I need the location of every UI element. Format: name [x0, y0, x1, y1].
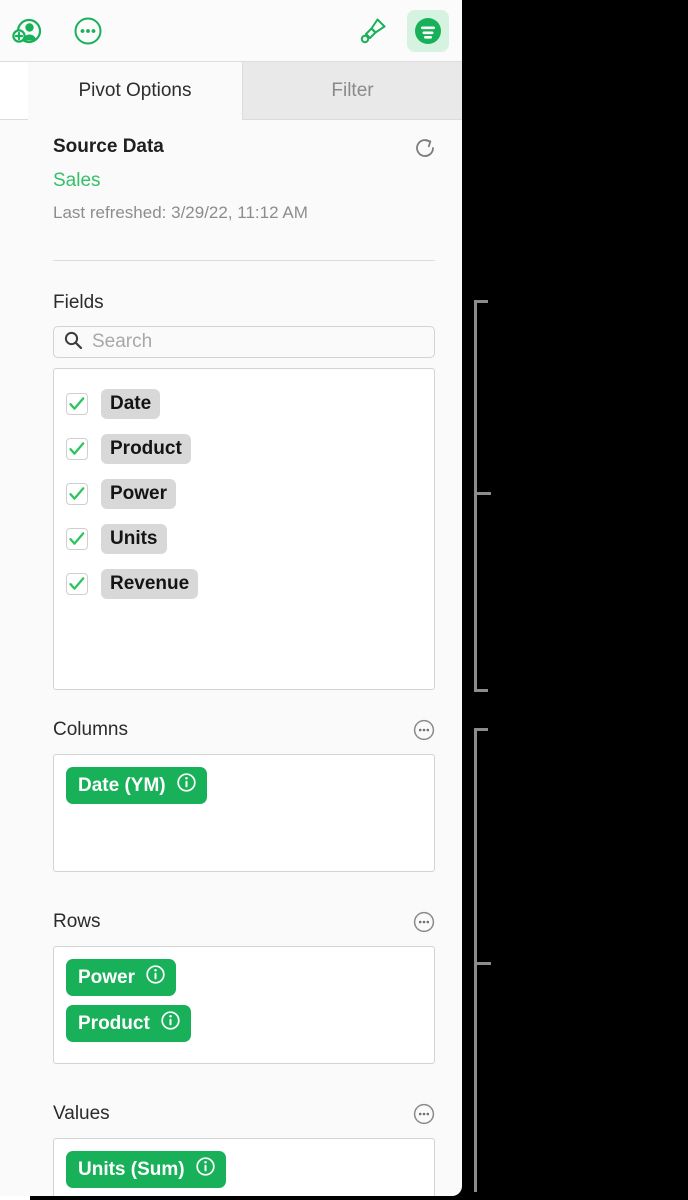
values-title: Values	[53, 1103, 110, 1124]
field-label: Product	[101, 433, 191, 464]
source-table-name[interactable]: Sales	[53, 170, 435, 192]
tab-gutter	[0, 62, 28, 120]
add-collaborator-icon[interactable]	[6, 10, 48, 52]
field-checkbox[interactable]	[66, 527, 88, 550]
bracket-tick	[474, 492, 491, 495]
info-icon[interactable]	[195, 1157, 215, 1182]
values-section: Values Units (Sum)	[53, 1100, 435, 1196]
more-circle-icon[interactable]	[413, 911, 435, 933]
bracket-line	[474, 300, 477, 692]
rows-header: Rows	[53, 908, 435, 936]
tab-pivot-options[interactable]: Pivot Options	[28, 62, 243, 120]
bracket-tick	[474, 962, 491, 965]
format-paintbrush-icon[interactable]	[352, 10, 394, 52]
info-icon[interactable]	[161, 1011, 180, 1036]
source-data-header: Source Data	[53, 136, 435, 158]
more-circle-icon[interactable]	[413, 1103, 435, 1125]
search-field-wrapper[interactable]	[53, 326, 435, 358]
field-label: Revenue	[101, 568, 199, 599]
columns-section: Columns Date (YM)	[53, 716, 435, 872]
organize-filter-icon[interactable]	[407, 10, 449, 52]
row-pill-power[interactable]: Power	[66, 959, 177, 996]
source-data-section: Source Data Sales Last refreshed: 3/29/2…	[53, 136, 435, 223]
search-input[interactable]	[92, 331, 422, 353]
field-label: Date	[101, 388, 161, 419]
fields-title: Fields	[53, 292, 104, 313]
field-label: Power	[101, 478, 177, 509]
columns-title: Columns	[53, 719, 128, 740]
panel-body: Source Data Sales Last refreshed: 3/29/2…	[0, 120, 462, 1196]
columns-dropzone[interactable]: Date (YM)	[53, 754, 435, 872]
bracket-cap-top	[474, 300, 488, 303]
field-item-date[interactable]: Date	[66, 381, 434, 426]
value-pill-units-sum[interactable]: Units (Sum)	[66, 1151, 226, 1188]
fields-section-bracket	[464, 300, 494, 692]
rows-title: Rows	[53, 911, 101, 932]
values-header: Values	[53, 1100, 435, 1128]
rows-dropzone[interactable]: Power Product	[53, 946, 435, 1064]
info-icon[interactable]	[176, 773, 196, 798]
field-checkbox[interactable]	[66, 392, 88, 415]
field-item-power[interactable]: Power	[66, 471, 434, 516]
tab-filter-label: Filter	[331, 79, 374, 101]
layout-sections-bracket	[464, 728, 494, 1192]
field-checkbox[interactable]	[66, 437, 88, 460]
search-icon	[63, 330, 83, 355]
row-pill-product[interactable]: Product	[66, 1005, 191, 1042]
bracket-line	[474, 728, 477, 1192]
panel-toolbar	[0, 0, 462, 62]
more-circle-icon[interactable]	[413, 719, 435, 741]
source-data-title: Source Data	[53, 136, 164, 157]
field-checkbox[interactable]	[66, 572, 88, 595]
fields-list: Date Product Power Units Revenue	[53, 368, 435, 690]
field-label: Units	[101, 523, 167, 554]
panel-tabs: Pivot Options Filter	[0, 62, 462, 120]
pill-label: Power	[78, 966, 136, 988]
info-icon[interactable]	[146, 965, 165, 990]
rows-section: Rows Power Product	[53, 908, 435, 1064]
columns-header: Columns	[53, 716, 435, 744]
field-checkbox[interactable]	[66, 482, 88, 505]
field-item-product[interactable]: Product	[66, 426, 434, 471]
tab-pivot-options-label: Pivot Options	[78, 80, 192, 101]
section-divider	[53, 260, 435, 261]
screenshot-root: Pivot Options Filter Source Data Sales L…	[0, 0, 688, 1200]
refresh-icon[interactable]	[413, 136, 435, 158]
pivot-options-panel: Pivot Options Filter Source Data Sales L…	[0, 0, 462, 1196]
tab-filter[interactable]: Filter	[243, 62, 462, 120]
pill-label: Product	[78, 1012, 150, 1034]
bracket-cap-bottom	[474, 689, 488, 692]
last-refreshed-text: Last refreshed: 3/29/22, 11:12 AM	[53, 203, 308, 222]
values-dropzone[interactable]: Units (Sum)	[53, 1138, 435, 1196]
field-item-units[interactable]: Units	[66, 516, 434, 561]
pill-label: Units (Sum)	[78, 1158, 185, 1180]
field-item-revenue[interactable]: Revenue	[66, 561, 434, 606]
pill-label: Date (YM)	[78, 774, 166, 796]
more-options-icon[interactable]	[67, 10, 109, 52]
bracket-cap-top	[474, 728, 488, 731]
column-pill-date-ym[interactable]: Date (YM)	[66, 767, 207, 804]
